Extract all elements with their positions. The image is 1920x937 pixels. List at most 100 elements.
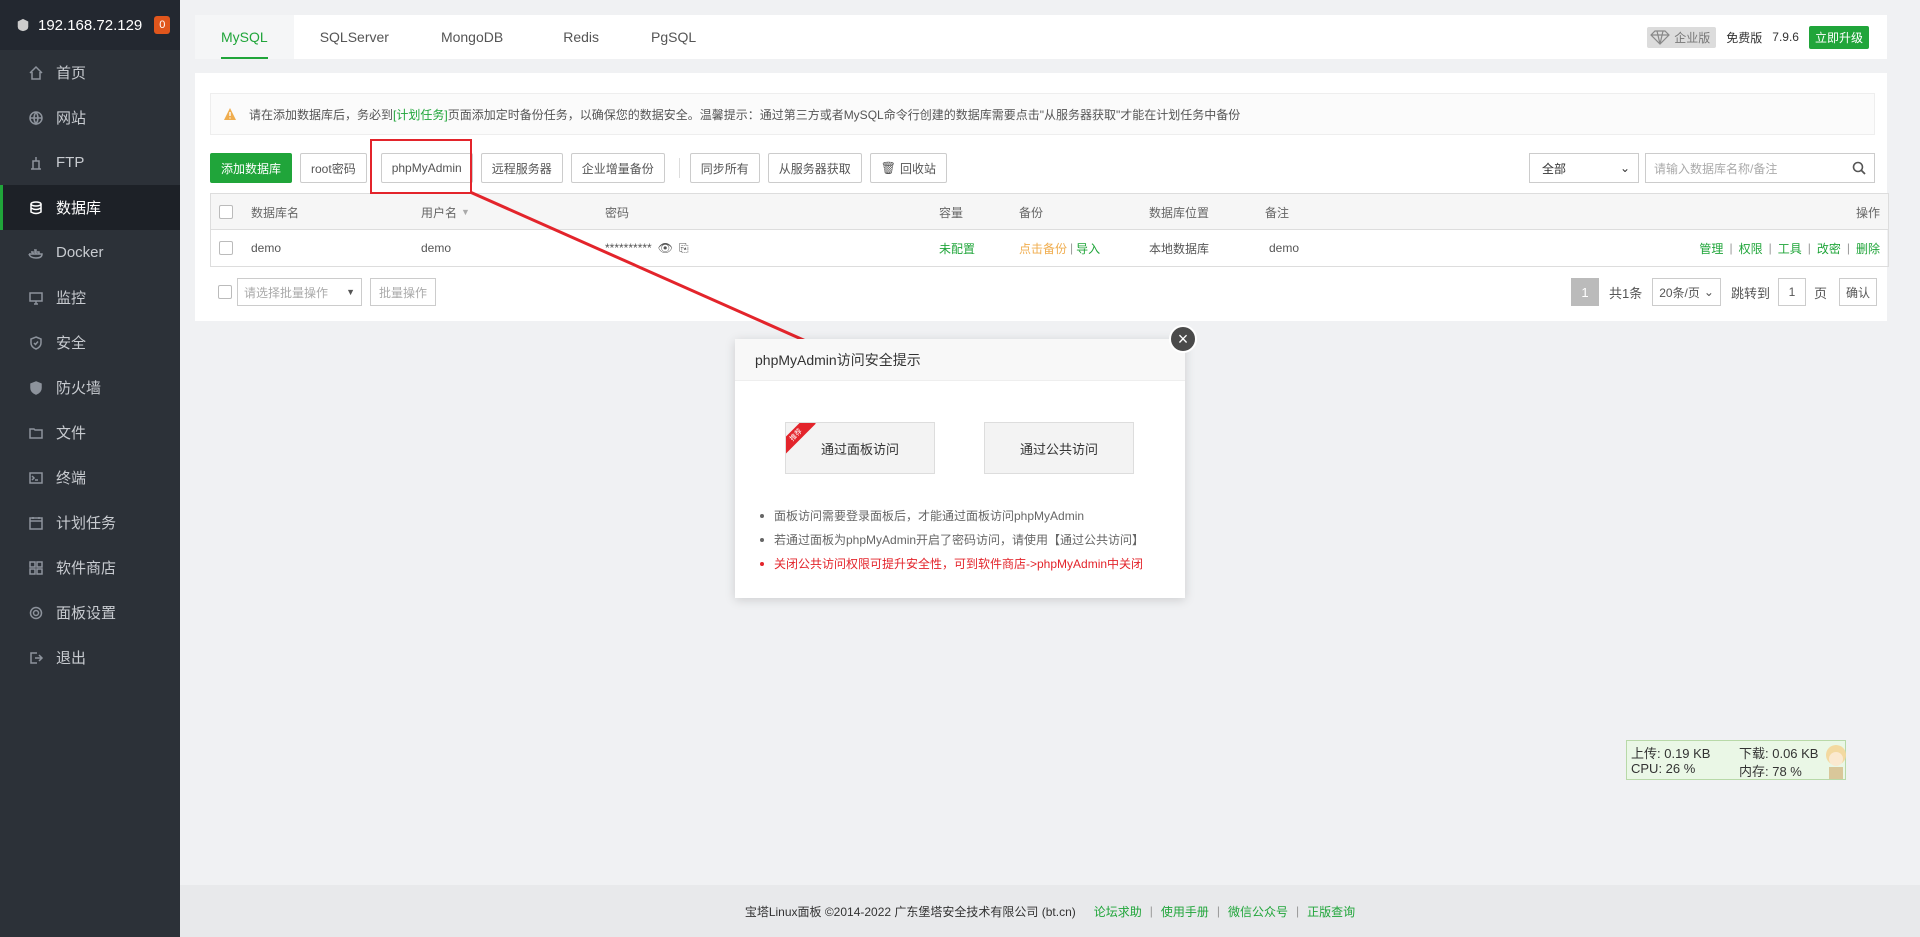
- batch-operation-button[interactable]: 批量操作: [370, 278, 437, 306]
- panel-access-label: 通过面板访问: [820, 441, 899, 457]
- sort-down-icon: ▼: [461, 207, 470, 217]
- recycle-bin-button[interactable]: 🗑 回收站: [869, 153, 948, 183]
- copy-icon[interactable]: ⎘: [679, 241, 689, 256]
- batch-select-all-checkbox[interactable]: [218, 285, 232, 299]
- tab-mysql[interactable]: MySQL: [195, 15, 294, 59]
- panel-access-button[interactable]: 推荐 通过面板访问: [785, 422, 935, 474]
- terminal-icon: [28, 470, 44, 486]
- permission-link[interactable]: 权限: [1739, 240, 1763, 257]
- sidebar-item-monitor[interactable]: 监控: [0, 275, 180, 320]
- incremental-backup-button[interactable]: 企业增量备份: [570, 153, 665, 183]
- logout-icon: [28, 650, 44, 666]
- col-user[interactable]: 用户名 ▼: [421, 194, 470, 230]
- row-remark[interactable]: demo: [1269, 230, 1299, 266]
- sidebar-item-terminal[interactable]: 终端: [0, 455, 180, 500]
- sidebar-item-ftp[interactable]: FTP: [0, 140, 180, 185]
- chevron-down-icon: ⌄: [1703, 285, 1714, 299]
- category-select-value: 全部: [1542, 161, 1567, 176]
- page-jump-input[interactable]: 1: [1777, 278, 1806, 306]
- ops-divider: |: [1768, 241, 1772, 255]
- add-database-button[interactable]: 添加数据库: [210, 153, 293, 183]
- password-mask: **********: [605, 241, 652, 255]
- table-row: demo demo ********** 👁 ⎘ 未配置 点击备份 | 导入 本…: [211, 230, 1888, 266]
- remote-server-button[interactable]: 远程服务器: [480, 153, 563, 183]
- fetch-from-server-button[interactable]: 从服务器获取: [767, 153, 862, 183]
- forum-link[interactable]: 论坛求助: [1094, 903, 1142, 920]
- folder-icon: [28, 425, 44, 441]
- sidebar-item-cron[interactable]: 计划任务: [0, 500, 180, 545]
- eye-icon[interactable]: 👁: [658, 241, 673, 255]
- tab-sqlserver[interactable]: SQLServer: [294, 15, 415, 59]
- database-type-tabs: MySQL SQLServer MongoDB Redis PgSQL 企业版 …: [195, 15, 1887, 59]
- root-password-button[interactable]: root密码: [300, 153, 367, 183]
- sidebar-item-database[interactable]: 数据库: [0, 185, 180, 230]
- sidebar-item-security[interactable]: 安全: [0, 320, 180, 365]
- upload-speed: 上传: 0.19 KB: [1631, 746, 1711, 761]
- enterprise-label: 企业版: [1674, 30, 1711, 45]
- col-capacity: 容量: [939, 205, 964, 220]
- sidebar-item-home[interactable]: 首页: [0, 50, 180, 95]
- note-item: 面板访问需要登录面板后，才能通过面板访问phpMyAdmin: [760, 504, 1144, 528]
- sync-all-button[interactable]: 同步所有: [689, 153, 760, 183]
- import-link[interactable]: 导入: [1076, 240, 1100, 257]
- sidebar-item-label: 监控: [56, 290, 87, 307]
- server-header[interactable]: 192.168.72.129 0: [0, 0, 180, 50]
- cron-link[interactable]: [计划任务]: [393, 106, 448, 123]
- row-backup: 点击备份 | 导入: [1019, 230, 1100, 266]
- tab-redis[interactable]: Redis: [529, 15, 633, 59]
- message-count-badge[interactable]: 0: [154, 16, 171, 34]
- table-footer: 请选择批量操作 ▼ 批量操作 1 共1条 20条/页 ⌄ 跳转到 1 页 确认: [210, 278, 1889, 308]
- page-current[interactable]: 1: [1570, 278, 1599, 306]
- docker-icon: [28, 245, 44, 261]
- jump-label: 跳转到: [1730, 285, 1770, 301]
- sidebar-item-label: 终端: [56, 470, 87, 487]
- warning-icon: [224, 108, 236, 120]
- sidebar-item-website[interactable]: 网站: [0, 95, 180, 140]
- manual-link[interactable]: 使用手册: [1161, 903, 1209, 920]
- sidebar-item-files[interactable]: 文件: [0, 410, 180, 455]
- row-user: demo: [421, 241, 452, 255]
- upgrade-button[interactable]: 立即升级: [1808, 25, 1869, 49]
- page-jump-confirm[interactable]: 确认: [1838, 278, 1877, 306]
- phpmyadmin-button[interactable]: phpMyAdmin: [380, 153, 473, 183]
- network-speed-widget[interactable]: 上传: 0.19 KB 下载: 0.06 KB CPU: 26 % 内存: 78…: [1626, 740, 1846, 780]
- batch-operation-select[interactable]: 请选择批量操作 ▼: [237, 278, 362, 306]
- public-access-button[interactable]: 通过公共访问: [984, 422, 1134, 474]
- enterprise-badge[interactable]: 企业版: [1647, 26, 1717, 48]
- license-check-link[interactable]: 正版查询: [1307, 903, 1355, 920]
- sidebar-item-label: 计划任务: [56, 515, 117, 532]
- recycle-bin-label: 回收站: [900, 161, 937, 176]
- manage-link[interactable]: 管理: [1699, 240, 1723, 257]
- select-all-checkbox[interactable]: [219, 205, 233, 219]
- search-icon[interactable]: [1852, 161, 1866, 175]
- dialog-title: phpMyAdmin访问安全提示: [735, 339, 1185, 381]
- delete-link[interactable]: 删除: [1856, 240, 1880, 257]
- row-capacity[interactable]: 未配置: [939, 230, 975, 266]
- sidebar-item-label: 网站: [56, 110, 87, 127]
- wechat-link[interactable]: 微信公众号: [1228, 903, 1288, 920]
- page-size-select[interactable]: 20条/页 ⌄: [1652, 278, 1721, 306]
- toolbar-divider: [678, 158, 680, 178]
- sidebar-item-firewall[interactable]: 防火墙: [0, 365, 180, 410]
- tools-link[interactable]: 工具: [1778, 240, 1802, 257]
- dialog-notes: 面板访问需要登录面板后，才能通过面板访问phpMyAdmin 若通过面板为php…: [760, 504, 1144, 576]
- close-icon[interactable]: ×: [1169, 325, 1197, 353]
- category-select[interactable]: 全部 ⌄: [1529, 153, 1639, 183]
- public-access-label: 通过公共访问: [1019, 441, 1098, 457]
- col-name[interactable]: 数据库名: [251, 194, 299, 230]
- search-placeholder: 请输入数据库名称/备注: [1654, 161, 1778, 176]
- backup-now-link[interactable]: 点击备份: [1019, 240, 1067, 257]
- sidebar-item-docker[interactable]: Docker: [0, 230, 180, 275]
- sidebar-item-store[interactable]: 软件商店: [0, 545, 180, 590]
- tab-pgsql[interactable]: PgSQL: [633, 15, 714, 59]
- note-item: 若通过面板为phpMyAdmin开启了密码访问，请使用【通过公共访问】: [760, 528, 1144, 552]
- row-checkbox[interactable]: [219, 241, 233, 255]
- sidebar-item-label: 面板设置: [56, 605, 117, 622]
- filter-bar: 全部 ⌄ 请输入数据库名称/备注: [1529, 153, 1875, 183]
- search-input[interactable]: 请输入数据库名称/备注: [1645, 153, 1875, 183]
- tab-mongodb[interactable]: MongoDB: [415, 15, 529, 59]
- col-ops: 操作: [1855, 205, 1880, 220]
- change-password-link[interactable]: 改密: [1817, 240, 1841, 257]
- sidebar-item-logout[interactable]: 退出: [0, 635, 180, 680]
- sidebar-item-settings[interactable]: 面板设置: [0, 590, 180, 635]
